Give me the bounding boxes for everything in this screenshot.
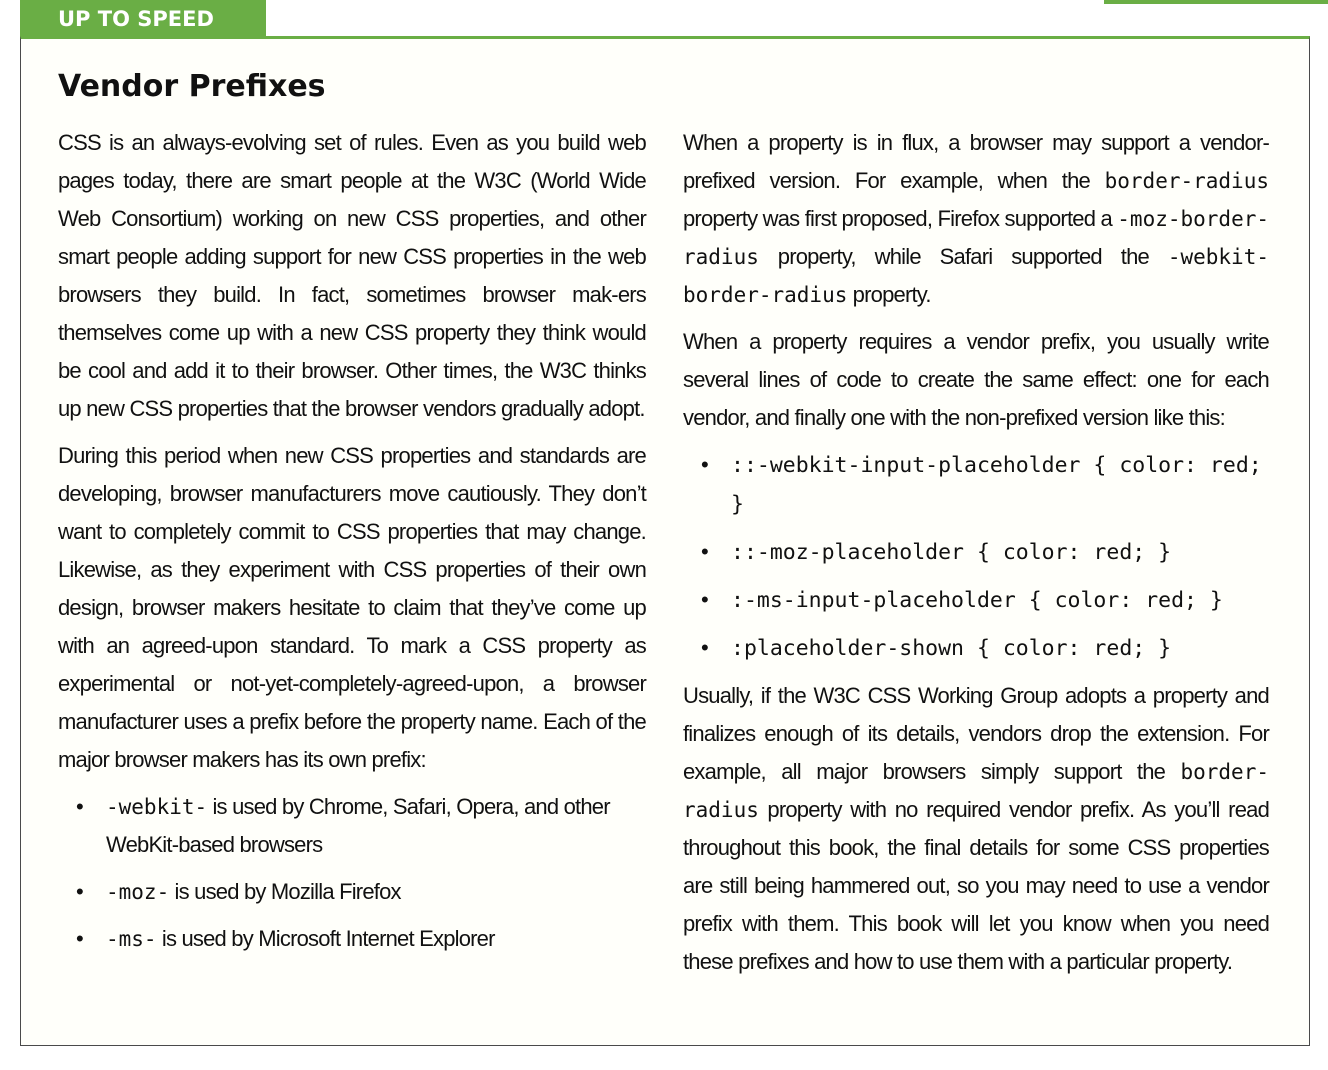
text-run: property was first proposed, Firefox sup… (683, 206, 1118, 231)
list-item: • ::-moz-placeholder { color: red; } (683, 533, 1269, 572)
prefix-description: is used by Mozilla Firefox (169, 879, 402, 904)
right-paragraph-1: When a property is in flux, a browser ma… (683, 124, 1270, 314)
prefix-code: -webkit- (106, 795, 208, 819)
corner-accent-bar (1104, 0, 1328, 4)
bullet-icon: • (76, 879, 84, 904)
text-run: property. (847, 282, 932, 307)
left-paragraph-1: CSS is an always-evolving set of rules. … (58, 130, 647, 421)
bullet-icon: • (701, 587, 709, 612)
code-line: ::-webkit-input-placeholder { color: red… (731, 453, 1262, 517)
left-paragraph-2: During this period when new CSS properti… (58, 443, 647, 772)
prefix-description: is used by Microsoft Internet Explorer (156, 926, 496, 951)
list-item: • -webkit- is used by Chrome, Safari, Op… (58, 788, 646, 864)
right-paragraph-2: When a property requires a vendor prefix… (683, 329, 1270, 430)
prefix-code: -moz- (106, 880, 170, 904)
list-item: • -moz- is used by Mozilla Firefox (58, 873, 646, 911)
section-tab-label: UP TO SPEED (20, 0, 266, 36)
right-paragraph-3: Usually, if the W3C CSS Working Group ad… (683, 677, 1270, 981)
list-item: • :-ms-input-placeholder { color: red; } (683, 581, 1269, 620)
sidebar-title: Vendor Prefixes (58, 69, 326, 104)
code-example-list: • ::-webkit-input-placeholder { color: r… (683, 446, 1269, 668)
bullet-icon: • (701, 635, 709, 660)
bullet-icon: • (76, 926, 84, 951)
code-line: ::-moz-placeholder { color: red; } (731, 540, 1172, 565)
prefix-code: -ms- (106, 927, 157, 951)
text-run: property, while Safari supported the (758, 244, 1168, 269)
bullet-icon: • (701, 452, 709, 477)
code-line: :placeholder-shown { color: red; } (731, 636, 1172, 661)
list-item: • ::-webkit-input-placeholder { color: r… (683, 446, 1269, 524)
prefix-list: • -webkit- is used by Chrome, Safari, Op… (58, 788, 646, 958)
bullet-icon: • (701, 539, 709, 564)
list-item: • :placeholder-shown { color: red; } (683, 629, 1269, 668)
left-column: CSS is an always-evolving set of rules. … (58, 124, 647, 967)
right-column: When a property is in flux, a browser ma… (683, 124, 1270, 990)
inline-code: border-radius (1104, 169, 1269, 193)
code-line: :-ms-input-placeholder { color: red; } (731, 588, 1223, 613)
text-run: property with no required vendor prefix.… (683, 797, 1270, 974)
bullet-icon: • (76, 794, 84, 819)
list-item: • -ms- is used by Microsoft Internet Exp… (58, 920, 646, 958)
